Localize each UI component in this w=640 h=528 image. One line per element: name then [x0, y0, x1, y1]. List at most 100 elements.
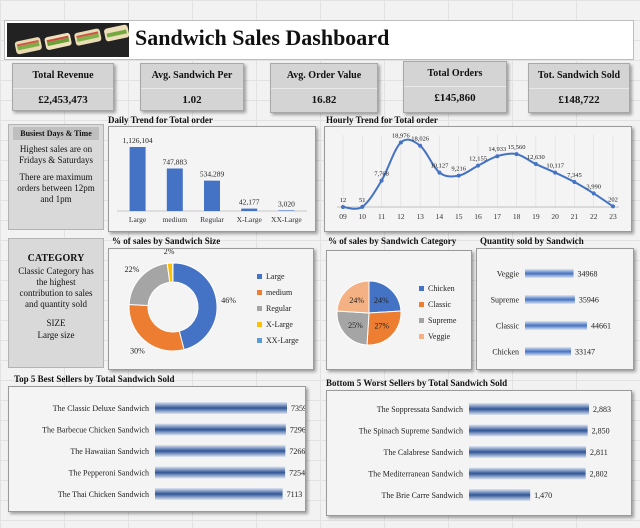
category-label: Supreme [491, 296, 520, 305]
data-label: 1,470 [534, 491, 552, 500]
kpi-label: Tot. Sandwich Sold [537, 70, 621, 81]
kpi-value: £145,860 [434, 92, 476, 104]
kpi-value: 16.82 [311, 94, 337, 106]
data-point [418, 143, 423, 148]
data-label: 7359 [291, 404, 305, 413]
data-label: 7,768 [374, 171, 389, 178]
data-label: 33147 [575, 348, 595, 357]
data-point [591, 191, 596, 196]
data-label: 7,345 [567, 172, 582, 179]
data-label: 18,976 [392, 132, 411, 139]
bar [469, 424, 588, 437]
category-share-title: % of sales by Sandwich Category [328, 236, 457, 246]
kpi-avg-sandwich: Avg. Sandwich Per 1.02 [140, 63, 244, 111]
size-share-chart: 46% 30% 22% 2% Large medium Regular X-Large XX-L… [108, 247, 314, 370]
x-tick-label: XX-Large [271, 215, 302, 224]
x-tick-label: 10 [359, 212, 367, 221]
kpi-label: Avg. Sandwich Per [151, 70, 233, 81]
category-title: CATEGORY [27, 253, 85, 264]
busiest-text-2: There are maximum orders between 12pm an… [17, 172, 95, 204]
bar [469, 446, 587, 458]
data-point [379, 178, 384, 183]
category-text: Classic Category has the highest contrib… [18, 266, 94, 309]
kpi-total-sandwich-sold: Tot. Sandwich Sold £148,722 [528, 63, 630, 113]
size-title: SIZE [46, 318, 66, 328]
legend-swatch [257, 322, 262, 327]
data-label: 12,630 [527, 154, 545, 161]
daily-trend-svg: 1,126,104 Large 747,883 medium 534,289 Regula… [117, 136, 307, 224]
data-label: 2,802 [590, 470, 608, 479]
legend-label: X-Large [266, 320, 293, 329]
kpi-total-orders: Total Orders £145,860 [403, 61, 507, 113]
category-panel: CATEGORY Classic Category has the highes… [8, 238, 104, 368]
size-text: Large size [37, 330, 75, 340]
category-label: The Thai Chicken Sandwich [58, 490, 149, 499]
hourly-trend-title: Hourly Trend for Total order [326, 115, 438, 125]
data-label: 7266 [289, 447, 305, 456]
slice-label: 2% [164, 249, 175, 256]
data-label: 14,933 [488, 146, 506, 153]
category-label: The Hawaiian Sandwich [70, 447, 149, 456]
kpi-total-revenue: Total Revenue £2,453,473 [12, 63, 114, 111]
data-label: 34968 [578, 270, 598, 279]
legend-swatch [419, 286, 424, 291]
x-tick-label: Large [129, 215, 147, 224]
data-point [341, 204, 345, 209]
data-label: 9,216 [451, 166, 466, 173]
data-label: 42,177 [239, 198, 260, 207]
x-tick-label: X-Large [237, 215, 263, 224]
slice-label: 24% [374, 296, 389, 305]
legend-swatch [419, 318, 424, 323]
quantity-svg: Veggie 34968 Supreme 35946 Classic 44661 Chick… [491, 269, 611, 357]
data-point [495, 154, 500, 159]
hourly-trend-svg: 12 09 51 10 7,768 11 18,976 12 18,026 13 10,127 14 9… [337, 132, 619, 221]
category-label: The Classic Deluxe Sandwich [53, 404, 149, 413]
bottom5-chart: The Soppressata Sandwich 2,883 The Spinach… [326, 390, 632, 516]
category-share-svg: 24% 27% 25% 24% Chicken Classic Supreme Veggie [336, 280, 457, 346]
bar-x-large [241, 208, 258, 211]
bar [155, 488, 283, 500]
data-label: 7113 [287, 490, 303, 499]
category-label: The Brie Carre Sandwich [381, 491, 463, 500]
x-tick-label: Regular [200, 215, 224, 224]
category-label: The Pepperoni Sandwich [69, 469, 149, 478]
data-label: 2,850 [592, 427, 610, 436]
category-label: Veggie [497, 270, 520, 279]
bar [469, 489, 531, 501]
bottom5-svg: The Soppressata Sandwich 2,883 The Spinach… [359, 403, 611, 501]
legend-label: Veggie [428, 332, 451, 341]
data-label: 202 [608, 196, 618, 203]
category-label: The Soppressata Sandwich [377, 405, 463, 414]
data-label: 7296 [290, 426, 305, 435]
bar [155, 466, 286, 479]
busiest-title: Busiest Days & Time [13, 127, 99, 140]
x-tick-label: 11 [378, 212, 385, 221]
x-tick-label: 09 [339, 212, 347, 221]
data-label: 12,155 [469, 156, 487, 163]
bar [155, 402, 287, 414]
data-point [456, 173, 461, 178]
category-label: Classic [496, 322, 520, 331]
daily-trend-chart: 1,126,104 Large 747,883 medium 534,289 Regula… [108, 126, 316, 232]
legend-swatch [257, 290, 262, 295]
x-tick-label: 15 [455, 212, 463, 221]
x-tick-label: 21 [571, 212, 579, 221]
legend-swatch [257, 306, 262, 311]
slice-label: 24% [349, 296, 364, 305]
bar [525, 269, 574, 278]
dashboard-header: Sandwich Sales Dashboard [4, 20, 634, 60]
data-point [514, 152, 519, 157]
bar [525, 347, 572, 356]
data-label: 2,811 [590, 448, 608, 457]
data-label: 10,127 [430, 163, 449, 170]
bar-large [129, 147, 146, 211]
data-label: 44661 [591, 322, 611, 331]
data-point [360, 204, 365, 209]
busiest-text-1: Highest sales are on Fridays & Saturdays [19, 144, 93, 165]
data-point [476, 163, 480, 168]
data-label: 15,560 [508, 144, 526, 151]
bar [155, 423, 286, 436]
busiest-panel: Busiest Days & Time Highest sales are on… [8, 124, 104, 230]
data-point [611, 204, 615, 209]
size-share-svg: 46% 30% 22% 2% Large medium Regular X-Large XX-L… [125, 247, 300, 355]
